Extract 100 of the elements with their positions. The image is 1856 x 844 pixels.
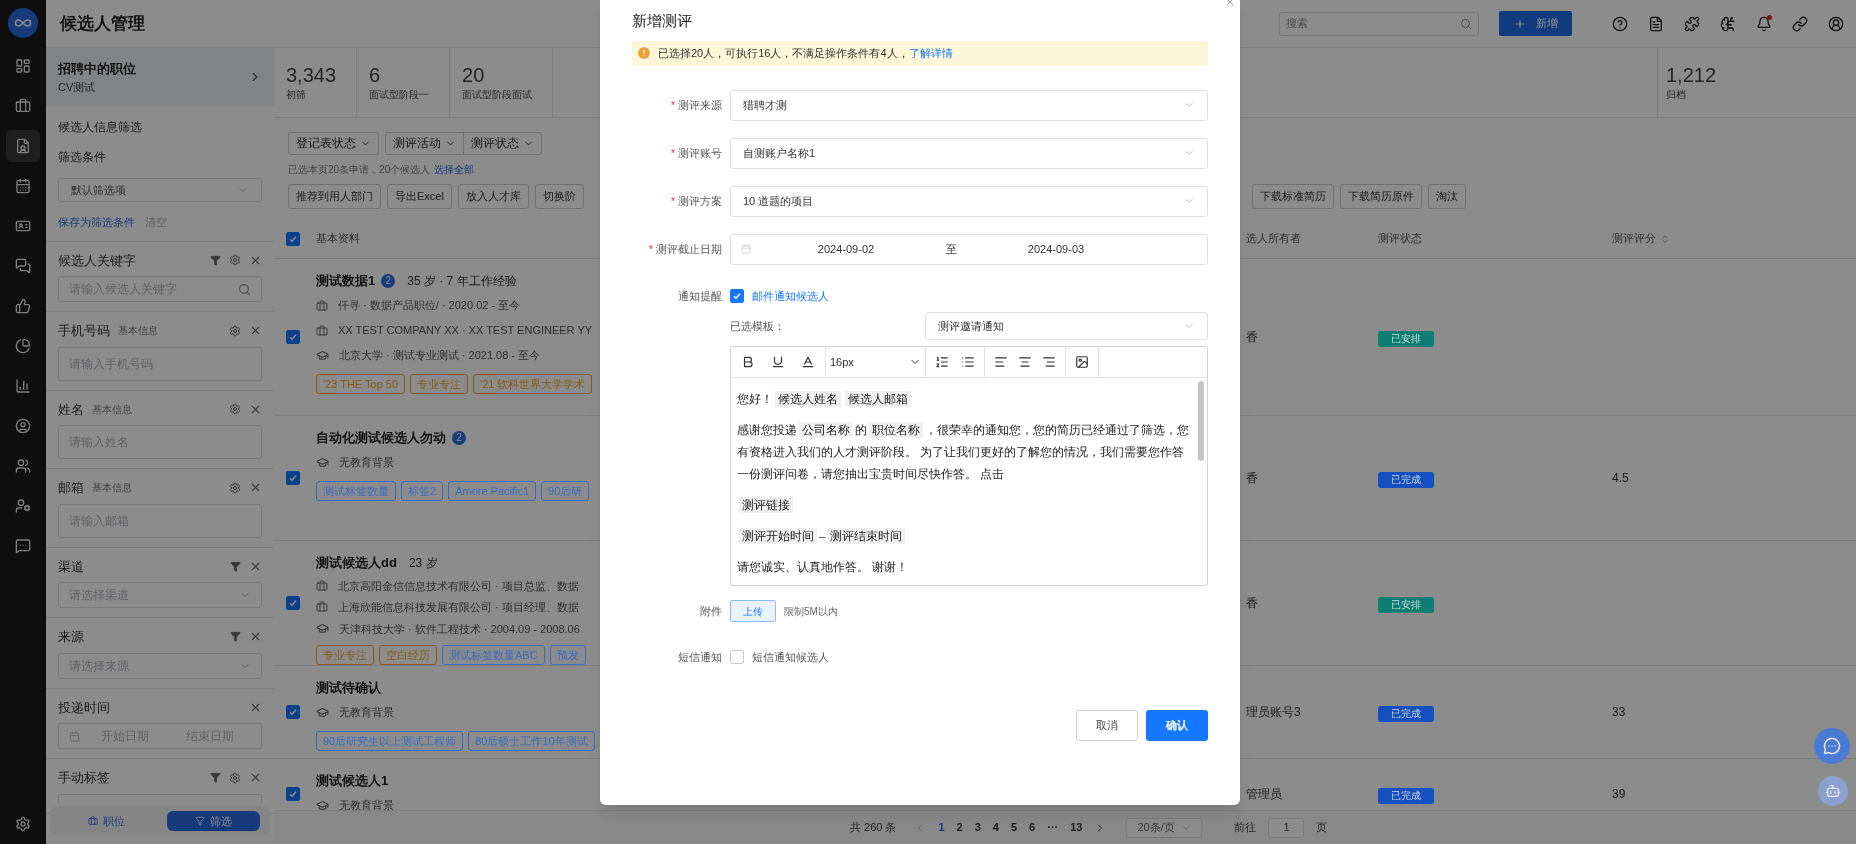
candidate-name[interactable]: 测试候选人dd: [316, 553, 397, 573]
filter-dropdown[interactable]: 登记表状态: [288, 132, 379, 155]
page-number[interactable]: 3: [974, 819, 981, 836]
brain-icon[interactable]: [1720, 15, 1736, 32]
candidate-name[interactable]: 测试候选人1: [316, 771, 389, 791]
row-checkbox[interactable]: [286, 705, 300, 719]
page-number[interactable]: 1: [938, 819, 945, 836]
stage-tab[interactable]: 3,343 初筛: [274, 48, 358, 117]
settings-icon[interactable]: [229, 254, 241, 267]
action-button[interactable]: 下载简历原件: [1340, 184, 1422, 209]
action-button[interactable]: 导出Excel: [387, 184, 452, 209]
select-field[interactable]: 自测账户名称1: [730, 137, 1208, 169]
filter-icon[interactable]: [210, 254, 221, 266]
column-header[interactable]: 测评评分: [1612, 230, 1656, 247]
filter-label: 手动标签: [58, 769, 110, 787]
page-number[interactable]: 4: [992, 819, 999, 836]
stage-label: 归档: [1666, 88, 1687, 102]
link-icon[interactable]: [1792, 15, 1808, 32]
rich-text-editor[interactable]: 16px 您好！ 候选人姓名 候选人邮箱 感谢您投递 公司名称 的 职位名称 ，很荣幸的通知您，您的简历已经通过了筛选，您有资格进入我们的人才测评阶段。 为了让我们更好的了解您的情况，我们需要您作答一份测评问卷，请您抽出宝贵时间尽快作答。 点击 测评链接 测评开始时间 – 测评结束时间 请您诚实、认真地作答。 谢谢！: [730, 346, 1208, 586]
align-center-icon[interactable]: [1018, 355, 1032, 369]
document-icon[interactable]: [1648, 15, 1664, 32]
row-checkbox[interactable]: [286, 471, 300, 485]
template-select[interactable]: 测评邀请通知: [925, 312, 1208, 340]
align-right-icon[interactable]: [1042, 355, 1056, 369]
filter-icon[interactable]: [230, 560, 241, 572]
row-checkbox[interactable]: [286, 596, 300, 610]
page-size-select[interactable]: 20条/页: [1126, 817, 1203, 838]
avatar-icon[interactable]: [1828, 15, 1844, 32]
candidate-tag: 专业专注: [410, 373, 469, 394]
settings-icon[interactable]: [229, 403, 241, 416]
notification-bell[interactable]: [1756, 15, 1772, 32]
preset-label: 筛选条件: [58, 149, 107, 166]
sms-checkbox[interactable]: [730, 650, 744, 665]
scrollbar[interactable]: [1198, 381, 1204, 461]
numbered-list-icon[interactable]: [935, 355, 949, 369]
nav-item[interactable]: [6, 130, 40, 162]
position-header[interactable]: 招聘中的职位 CV测试: [46, 48, 274, 106]
email-checkbox[interactable]: [730, 288, 744, 303]
align-left-icon[interactable]: [994, 355, 1008, 369]
briefcase-icon: [316, 324, 328, 337]
action-button[interactable]: 下载标准简历: [1252, 184, 1334, 209]
date-range-field[interactable]: 2024-09-02 至 2024-09-03: [730, 233, 1208, 265]
puzzle-icon[interactable]: [1684, 15, 1700, 32]
panel-tab[interactable]: 筛选: [167, 811, 260, 831]
stage-tab[interactable]: 1,212 归档: [1657, 48, 1856, 117]
count-badge: 2: [452, 430, 466, 445]
user-circle-icon: [15, 418, 31, 434]
page-number[interactable]: 6: [1029, 819, 1036, 836]
preset-select[interactable]: 默认筛选项: [58, 178, 262, 202]
checkbox-label[interactable]: 邮件通知候选人: [752, 287, 829, 304]
help-icon[interactable]: [1612, 15, 1628, 32]
action-button[interactable]: 淘汰: [1428, 184, 1466, 209]
confirm-button[interactable]: 确认: [1146, 709, 1208, 741]
save-filter-link[interactable]: 保存为筛选条件: [58, 214, 135, 231]
checkbox-label[interactable]: 短信通知候选人: [752, 649, 829, 666]
action-button[interactable]: 推荐到用人部门: [288, 184, 381, 209]
select-all-link[interactable]: 选择全部: [434, 162, 475, 177]
settings-icon[interactable]: [229, 771, 241, 784]
graduation-cap-icon: [316, 706, 329, 719]
page-number[interactable]: ···: [1047, 819, 1059, 836]
search-field[interactable]: 搜索: [1279, 11, 1479, 36]
status-badge: 已完成: [1378, 472, 1434, 488]
settings-icon[interactable]: [229, 481, 241, 494]
page-input[interactable]: 1: [1268, 817, 1305, 838]
font-size-select[interactable]: 16px: [826, 347, 926, 377]
settings-icon[interactable]: [229, 324, 241, 337]
filter-dropdown[interactable]: 测评活动: [385, 132, 464, 155]
page-number[interactable]: 5: [1010, 819, 1018, 836]
new-button[interactable]: 新增: [1499, 11, 1572, 36]
candidate-name[interactable]: 测试数据1: [316, 271, 376, 291]
cancel-button[interactable]: 取消: [1076, 709, 1138, 741]
bold-icon[interactable]: [741, 355, 755, 369]
select-field[interactable]: 10 道题的项目: [730, 185, 1208, 217]
row-checkbox[interactable]: [286, 330, 300, 344]
underline-icon[interactable]: [771, 355, 785, 369]
stage-tab[interactable]: 20 面试型阶段面试: [450, 48, 554, 117]
action-button[interactable]: 切换阶: [534, 184, 584, 209]
logo-icon[interactable]: [8, 8, 38, 38]
select-all-checkbox[interactable]: [286, 231, 300, 246]
image-icon[interactable]: [1075, 355, 1089, 369]
owner-cell-text: 香: [1245, 595, 1259, 612]
candidate-meta: 35 岁 · 7 年工作经验: [407, 272, 517, 290]
text-color-icon[interactable]: [801, 355, 815, 369]
count-badge: 2: [381, 273, 396, 288]
filter-icon[interactable]: [230, 631, 241, 643]
candidate-name[interactable]: 自动化测试候选人勿动: [316, 428, 446, 448]
details-link[interactable]: 了解详情: [908, 46, 953, 59]
graduation-cap-icon: [316, 622, 329, 636]
page-number[interactable]: 13: [1070, 819, 1083, 836]
filter-dropdown[interactable]: 测评状态: [464, 132, 542, 155]
row-checkbox[interactable]: [286, 786, 300, 801]
upload-button[interactable]: 上传: [730, 600, 776, 622]
page-number[interactable]: 2: [956, 819, 963, 836]
candidate-name[interactable]: 测试待确认: [316, 678, 381, 698]
stage-label: 面试型阶段面试: [462, 88, 533, 102]
select-field[interactable]: 猎聘才测: [730, 89, 1208, 121]
panel-tab[interactable]: 职位: [60, 811, 153, 831]
action-button[interactable]: 放入人才库: [457, 184, 529, 209]
bullet-list-icon[interactable]: [961, 355, 975, 369]
filter-icon[interactable]: [210, 772, 221, 784]
